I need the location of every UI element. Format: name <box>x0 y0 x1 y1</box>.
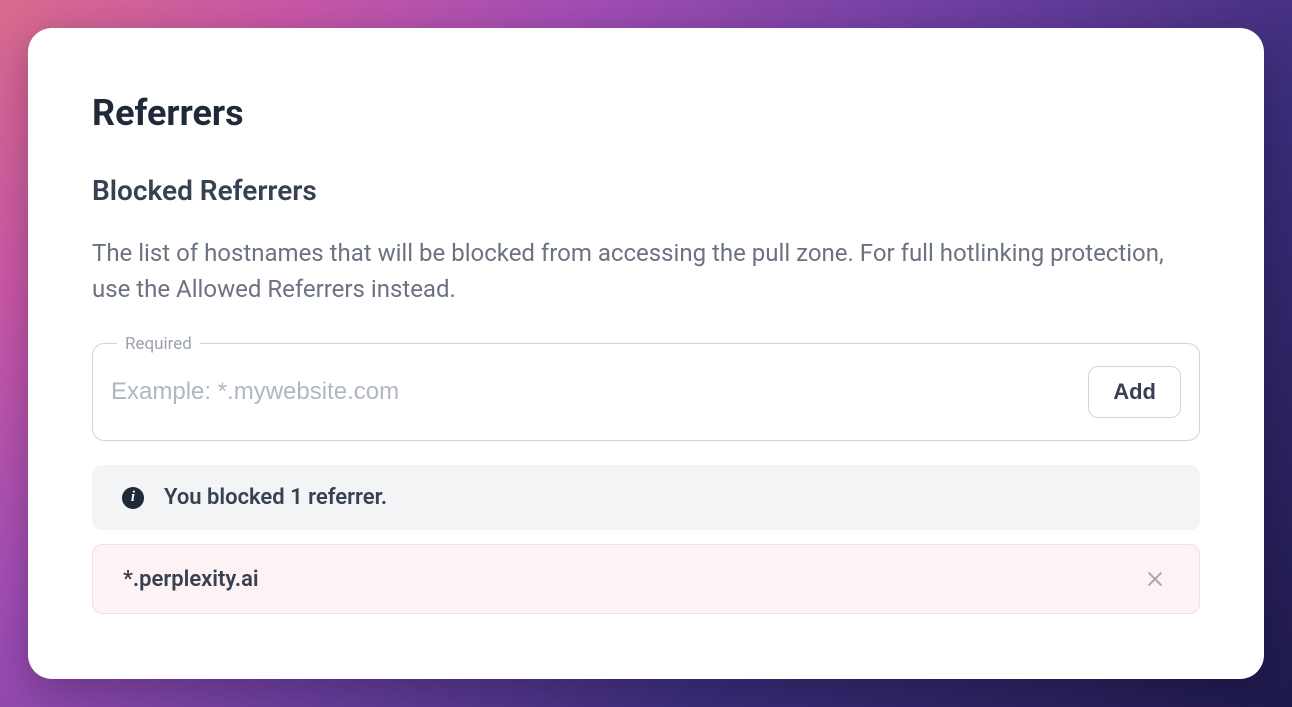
referrer-hostname: *.perplexity.ai <box>123 567 259 592</box>
page-title: Referrers <box>92 92 1200 134</box>
remove-referrer-button[interactable] <box>1141 565 1169 593</box>
info-icon: i <box>122 487 144 509</box>
referrer-item: *.perplexity.ai <box>92 544 1200 614</box>
input-legend: Required <box>117 334 200 354</box>
add-button[interactable]: Add <box>1088 366 1181 418</box>
settings-card: Referrers Blocked Referrers The list of … <box>28 28 1264 679</box>
section-description: The list of hostnames that will be block… <box>92 235 1200 307</box>
close-icon <box>1145 569 1165 589</box>
status-text: You blocked 1 referrer. <box>164 485 387 510</box>
status-bar: i You blocked 1 referrer. <box>92 465 1200 530</box>
hostname-input-group: Required Add <box>92 343 1200 441</box>
hostname-input[interactable] <box>111 378 1088 406</box>
section-title-blocked: Blocked Referrers <box>92 174 1200 207</box>
